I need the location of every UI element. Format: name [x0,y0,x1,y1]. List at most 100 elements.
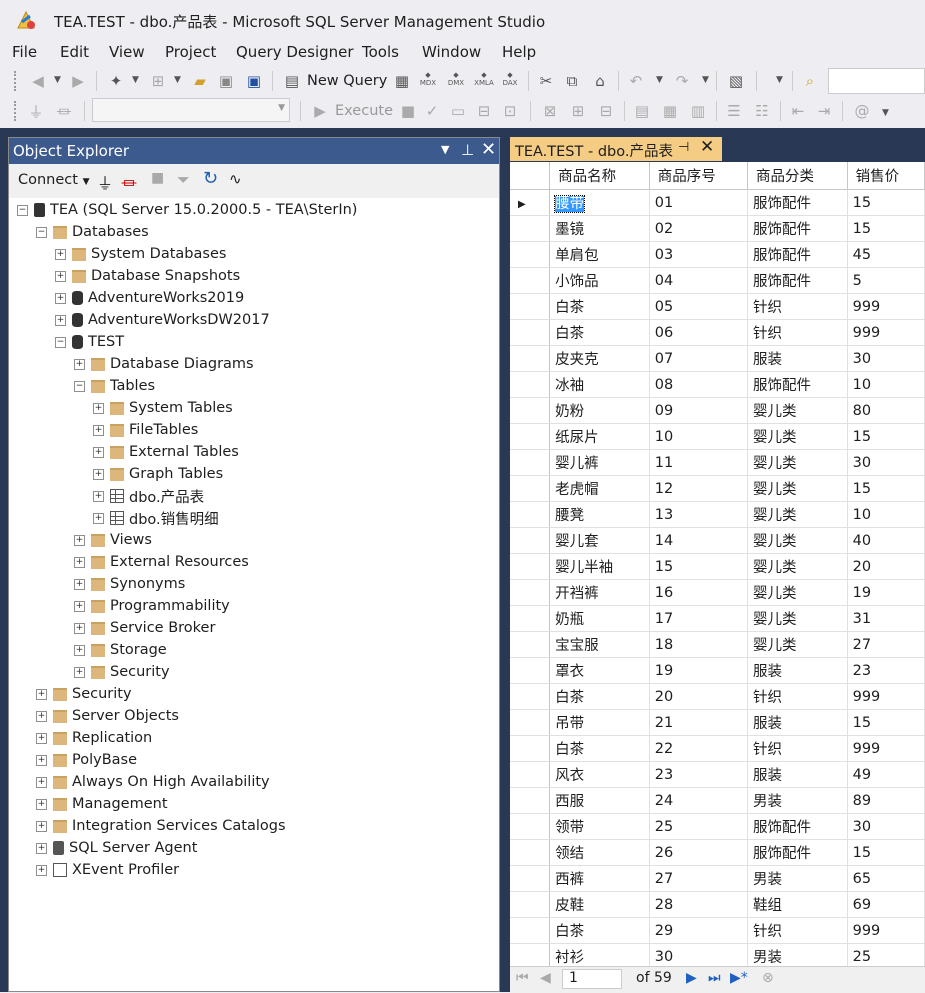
results-to-grid-icon[interactable]: ▦ [660,101,680,121]
table-row[interactable]: 奶粉 09 婴儿类 80 [510,397,925,424]
expand-icon[interactable]: + [74,358,85,370]
expand-icon[interactable]: + [74,644,85,656]
menu-view[interactable]: View [109,43,145,61]
table-cell[interactable]: 15 [649,553,748,580]
save-icon[interactable]: ▣ [216,71,236,91]
change-connection-icon[interactable]: ⏛ [54,101,74,121]
table-cell[interactable]: 开裆裤 [549,579,650,606]
dax-query-icon[interactable]: ◆ DAX [500,69,520,89]
tree-node[interactable]: − TEA (SQL Server 15.0.2000.5 - TEA\SterI… [17,199,357,221]
table-cell[interactable]: 19 [847,579,925,606]
connect-plug-icon[interactable]: ⏚ [97,170,113,194]
table-cell[interactable]: 12 [649,475,748,502]
table-cell[interactable]: 衬衫 [549,943,650,966]
table-cell[interactable]: 领结 [549,839,650,866]
row-selector[interactable] [510,709,551,736]
row-selector[interactable] [510,865,551,892]
table-cell[interactable]: 80 [847,397,925,424]
table-cell[interactable]: 针织 [747,683,848,710]
row-selector[interactable] [510,475,551,502]
table-cell[interactable]: 27 [847,631,925,658]
tree-node[interactable]: + Synonyms [74,573,185,595]
table-cell[interactable]: 15 [847,709,925,736]
table-cell[interactable]: 23 [847,657,925,684]
table-row[interactable]: 开裆裤 16 婴儿类 19 [510,579,925,606]
table-row[interactable]: 墨镜 02 服饰配件 15 [510,215,925,242]
first-page-icon[interactable]: ⏮ [516,970,529,986]
table-cell[interactable]: 14 [649,527,748,554]
row-selector[interactable] [510,319,551,346]
table-cell[interactable]: 5 [847,267,925,294]
table-cell[interactable]: 婴儿套 [549,527,650,554]
row-selector[interactable] [510,449,551,476]
results-to-file-icon[interactable]: ▥ [688,101,708,121]
collapse-icon[interactable]: − [55,336,66,348]
table-cell[interactable]: 13 [649,501,748,528]
execute-button[interactable]: Execute [335,103,393,119]
table-cell[interactable]: 老虎帽 [549,475,650,502]
copy-icon[interactable]: ⧉ [562,71,582,91]
table-row[interactable]: 宝宝服 18 婴儿类 27 [510,631,925,658]
table-cell[interactable]: 服装 [747,709,848,736]
table-cell[interactable]: 白茶 [549,735,650,762]
table-cell[interactable]: 风衣 [549,761,650,788]
collapse-icon[interactable]: − [17,204,28,216]
row-selector[interactable] [510,215,551,242]
table-cell[interactable]: 皮夹克 [549,345,650,372]
expand-icon[interactable]: + [36,688,47,700]
xmla-query-icon[interactable]: ◆ XMLA [474,69,494,89]
table-row[interactable]: 腰凳 13 婴儿类 10 [510,501,925,528]
tree-node[interactable]: + SQL Server Agent [36,837,197,859]
table-cell[interactable]: 奶粉 [549,397,650,424]
table-row[interactable]: 西裤 27 男装 65 [510,865,925,892]
row-selector[interactable] [510,397,551,424]
include-plan-icon[interactable]: ⊠ [540,101,560,121]
table-cell[interactable]: 15 [847,423,925,450]
expand-icon[interactable]: + [36,842,47,854]
row-selector[interactable] [510,423,551,450]
find-in-files-icon[interactable]: ⌕ [800,71,820,91]
chevron-down-icon[interactable]: ▼ [656,75,663,85]
expand-icon[interactable]: + [93,446,104,458]
table-cell[interactable]: 16 [649,579,748,606]
close-icon[interactable]: ✕ [700,137,714,157]
table-cell[interactable]: 西服 [549,787,650,814]
row-selector[interactable] [510,683,551,710]
client-stats-icon[interactable]: ⊟ [596,101,616,121]
table-cell[interactable]: 01 [649,189,748,216]
table-row[interactable]: 纸尿片 10 婴儿类 15 [510,423,925,450]
save-all-icon[interactable]: ▣ [244,71,264,91]
uncomment-icon[interactable]: ☷ [752,101,772,121]
new-query-button[interactable]: New Query [307,73,387,89]
table-cell[interactable]: 30 [847,345,925,372]
table-cell[interactable]: 04 [649,267,748,294]
row-selector[interactable] [510,787,551,814]
expand-icon[interactable]: + [36,864,47,876]
table-cell[interactable]: 999 [847,319,925,346]
chevron-down-icon[interactable]: ▼ [174,75,181,85]
expand-icon[interactable]: + [36,776,47,788]
parse-icon[interactable]: ✓ [422,101,442,121]
menu-help[interactable]: Help [502,43,536,61]
row-selector[interactable] [510,813,551,840]
chevron-down-icon[interactable]: ▼ [702,75,709,85]
tree-node[interactable]: + Always On High Availability [36,771,270,793]
table-cell[interactable]: 婴儿类 [747,527,848,554]
results-options-icon[interactable]: ▭ [448,101,468,121]
table-cell[interactable]: 单肩包 [549,241,650,268]
row-selector[interactable] [510,241,551,268]
tree-node[interactable]: + dbo.产品表 [93,485,204,507]
tree-node[interactable]: + FileTables [93,419,198,441]
tree-node[interactable]: + Security [36,683,132,705]
row-selector[interactable] [510,293,551,320]
row-selector[interactable] [510,943,551,966]
new-query-icon[interactable]: ▤ [282,71,302,91]
table-cell[interactable]: 婴儿类 [747,501,848,528]
menu-query-designer[interactable]: Query Designer [236,43,354,61]
expand-icon[interactable]: + [55,248,66,260]
expand-icon[interactable]: + [93,490,104,502]
expand-icon[interactable]: + [93,424,104,436]
tree-node[interactable]: + Graph Tables [93,463,223,485]
table-cell[interactable]: 服装 [747,345,848,372]
paste-icon[interactable]: ⌂ [590,71,610,91]
